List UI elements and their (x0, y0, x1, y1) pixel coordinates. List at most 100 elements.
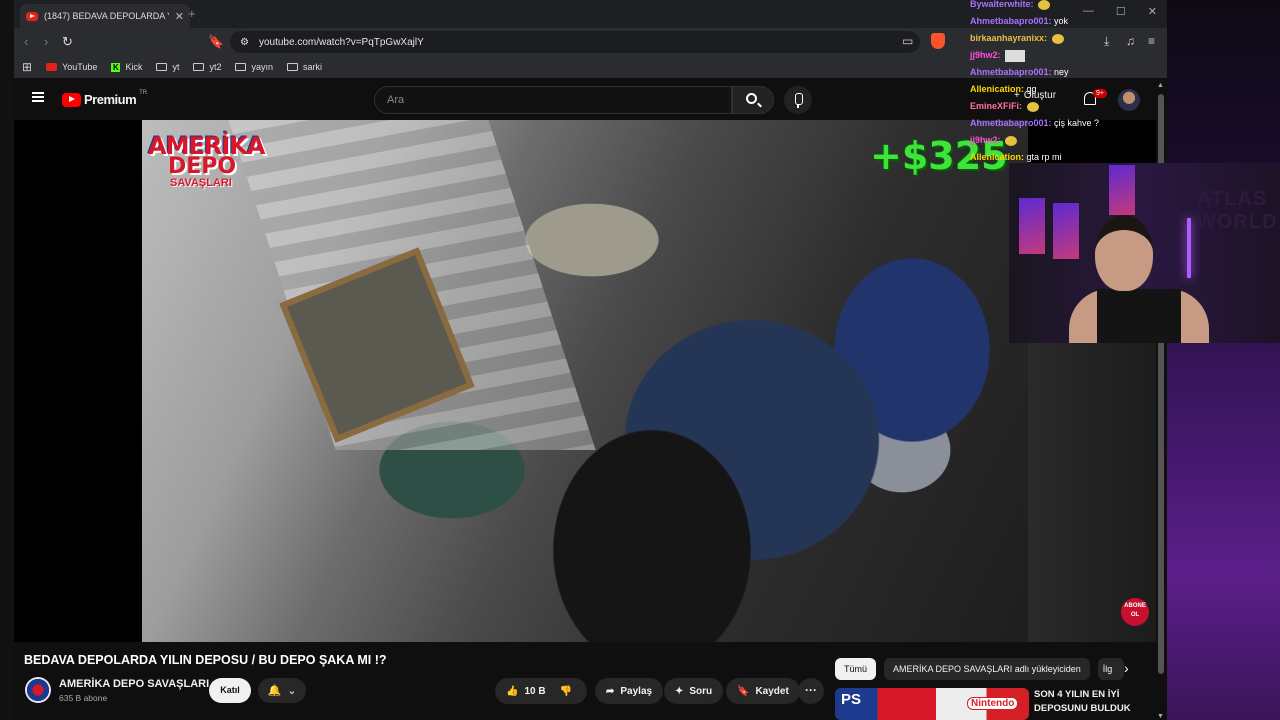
chat-text: çiş kahve ? (1054, 118, 1100, 128)
chat-message: birkaanhayranixx: (970, 30, 1120, 47)
stream-background (1167, 0, 1280, 720)
streamer-head (1095, 215, 1153, 291)
logo-country: TR (139, 89, 148, 96)
save-label: Kaydet (755, 685, 789, 697)
streamer-webcam: ATLAS WORLD (1009, 163, 1280, 343)
chat-message: Ahmetbabapro001: ney (970, 64, 1120, 81)
subscriber-count: 635 B abone (59, 693, 108, 703)
bookmark-youtube[interactable]: YouTube (46, 62, 97, 72)
video-frame (142, 120, 1028, 642)
chip-from-uploader[interactable]: AMERİKA DEPO SAVAŞLARI adlı yükleyiciden (884, 658, 1090, 680)
youtube-play-icon (62, 92, 81, 107)
bookmark-label: yayın (251, 62, 273, 72)
logo-text: Premium (84, 92, 137, 107)
chip-all[interactable]: Tümü (835, 658, 877, 680)
bookmark-label: sarki (303, 62, 323, 72)
bookmark-kick[interactable]: K Kick (111, 62, 142, 72)
tab-title: (1847) BEDAVA DEPOLARDA YIL (44, 11, 169, 21)
wall-poster (1109, 165, 1135, 215)
streamer-shirt (1097, 289, 1181, 343)
channel-name[interactable]: AMERİKA DEPO SAVAŞLARI (59, 678, 209, 690)
join-button[interactable]: Katıl (209, 678, 251, 703)
bookmark-folder-yt[interactable]: yt (156, 62, 179, 72)
share-icon: ➦ (606, 685, 615, 697)
more-actions-icon[interactable]: ··· (798, 678, 824, 704)
chat-username: jj9hw2: (970, 135, 1004, 145)
video-scene-right (1028, 340, 1156, 642)
close-window-icon[interactable]: ✕ (1148, 5, 1157, 18)
stream-chat-overlay: Bywalterwhite: Ahmetbabapro001: yok birka… (970, 0, 1120, 166)
scroll-up-icon[interactable]: ▲ (1157, 82, 1164, 89)
search-input[interactable]: Ara (374, 86, 732, 114)
url-field[interactable]: ⚙ youtube.com/watch?v=PqTpGwXajlY (230, 31, 920, 53)
menu-icon[interactable]: ≡ (1148, 34, 1155, 48)
bell-icon: 🔔 (267, 685, 282, 697)
new-tab-icon[interactable]: + (188, 6, 196, 21)
chat-message: EmineXFiFi: (970, 98, 1120, 115)
close-tab-icon[interactable]: ✕ (175, 10, 184, 23)
recommendation-chips: Tümü AMERİKA DEPO SAVAŞLARI adlı yükleyi… (835, 658, 1124, 680)
chat-username: Ahmetbabapro001: (970, 16, 1055, 26)
forward-icon[interactable]: › (44, 34, 48, 49)
save-playlist-icon: 🔖 (737, 685, 750, 697)
youtube-logo[interactable]: Premium TR (62, 89, 148, 107)
chat-message: Ahmetbabapro001: çiş kahve ? (970, 115, 1120, 132)
chat-username: Allenication: (970, 84, 1027, 94)
channel-overlay-logo: AMERİKA DEPO SAVAŞLARI (148, 132, 288, 189)
chat-emote-icon (1005, 135, 1018, 146)
reload-icon[interactable]: ↻ (62, 34, 73, 50)
cast-icon[interactable]: ▭ (902, 34, 913, 48)
music-icon[interactable]: ♫ (1126, 34, 1135, 48)
streamer (1069, 215, 1209, 343)
channel-avatar[interactable] (25, 677, 51, 703)
subscription-bell-button[interactable]: 🔔 ⌄ (258, 678, 306, 703)
sparkle-icon: ✦ (675, 685, 684, 697)
thumbs-down-icon: 👎 (559, 685, 573, 697)
folder-icon (193, 63, 205, 71)
bookmark-page-icon[interactable]: 🔖 (208, 34, 224, 50)
chevron-right-icon[interactable]: › (1124, 660, 1129, 676)
chip-related[interactable]: İlg (1097, 658, 1124, 680)
brave-shield-icon[interactable] (931, 33, 945, 49)
back-icon[interactable]: ‹ (24, 34, 28, 49)
chat-text: gta rp mi (1026, 152, 1062, 162)
hamburger-menu-icon[interactable] (32, 92, 44, 102)
search-button[interactable] (732, 86, 774, 114)
bookmark-folder-sarki[interactable]: sarki (287, 62, 322, 72)
folder-icon (156, 63, 168, 71)
url-text: youtube.com/watch?v=PqTpGwXajlY (258, 36, 424, 48)
bookmark-folder-yt2[interactable]: yt2 (193, 62, 221, 72)
search-icon (746, 93, 757, 104)
recommendation-thumbnail[interactable]: PS Nintendo (835, 688, 1029, 720)
chat-username: EmineXFiFi: (970, 101, 1025, 111)
video-player[interactable]: AMERİKA DEPO SAVAŞLARI +$325 ABONE OL (14, 120, 1156, 642)
scroll-down-icon[interactable]: ▼ (1157, 713, 1164, 720)
bookmark-folder-yayin[interactable]: yayın (235, 62, 273, 72)
chat-text: gg (1026, 84, 1037, 94)
recommendation-title[interactable]: SON 4 YILIN EN İYİ DEPOSUNU BULDUK (1034, 688, 1154, 716)
save-button[interactable]: 🔖 Kaydet (726, 678, 800, 704)
apps-grid-icon[interactable]: ⊞ (22, 60, 32, 74)
account-avatar[interactable] (1118, 89, 1140, 111)
like-button[interactable]: 👍 10 B (506, 686, 546, 697)
like-dislike-group: 👍 10 B 👎 (495, 678, 587, 704)
browser-tab[interactable]: (1847) BEDAVA DEPOLARDA YIL ✕ (20, 4, 190, 28)
dislike-button[interactable]: 👎 (560, 686, 572, 697)
chat-username: Ahmetbabapro001: (970, 67, 1055, 77)
folder-icon (287, 63, 298, 71)
voice-search-icon[interactable] (784, 86, 812, 114)
bookmark-label: YouTube (62, 62, 98, 72)
chat-message: jj9hw2: (970, 47, 1120, 64)
chat-message: Bywalterwhite: (970, 0, 1120, 13)
bookmark-label: Kick (125, 62, 143, 72)
ask-button[interactable]: ✦ Soru (664, 678, 724, 704)
chat-text: ney (1054, 67, 1069, 77)
chat-username: Bywalterwhite: (970, 0, 1037, 9)
chat-message: Allenication: gg (970, 81, 1120, 98)
overlay-logo-line: DEPO (168, 154, 237, 179)
chat-emote-icon (1051, 33, 1064, 44)
share-button[interactable]: ➦ Paylaş (595, 678, 664, 704)
site-info-icon[interactable]: ⚙ (240, 37, 249, 48)
bookmark-label: yt (172, 62, 180, 72)
subscribe-watermark[interactable]: ABONE OL (1121, 598, 1149, 626)
